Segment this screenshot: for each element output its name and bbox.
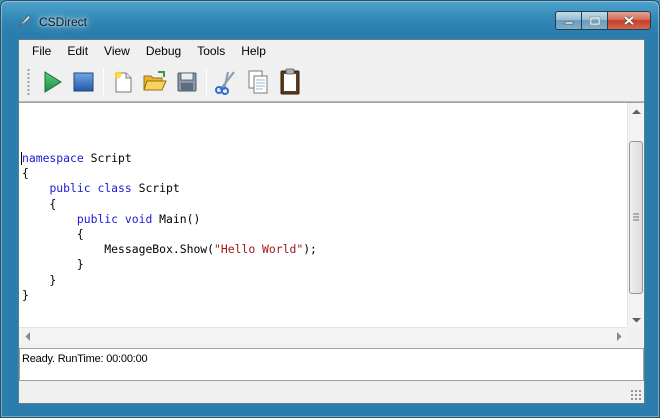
open-folder-icon	[143, 70, 167, 90]
code-line-10: }	[22, 287, 29, 302]
status-text: Ready. RunTime: 00:00:00	[22, 353, 148, 365]
keyword-public-void: public void	[76, 211, 153, 226]
save-button[interactable]	[171, 66, 203, 98]
keyword-public-class: public class	[49, 181, 132, 196]
menu-debug[interactable]: Debug	[138, 40, 189, 62]
vertical-scroll-thumb[interactable]	[629, 141, 643, 294]
code-line-9: }	[22, 272, 57, 287]
left-arrow-icon	[25, 332, 30, 341]
menu-edit[interactable]: Edit	[59, 40, 96, 62]
play-icon	[44, 70, 62, 93]
code-token: MessageBox.Show(	[22, 242, 215, 257]
code-token: );	[303, 242, 317, 257]
code-token: Script	[83, 151, 132, 165]
code-line-1: namespace Script	[22, 151, 317, 166]
menu-file[interactable]: File	[24, 40, 59, 62]
client-area: File Edit View Debug Tools Help namespac…	[18, 39, 645, 404]
status-panel: Ready. RunTime: 00:00:00	[19, 348, 644, 381]
new-file-icon	[114, 71, 132, 92]
code-editor[interactable]: namespace Script{ public class Script { …	[19, 102, 644, 344]
code-token: Main()	[152, 211, 201, 226]
scroll-right-button[interactable]	[610, 328, 627, 345]
code-line-7: MessageBox.Show("Hello World");	[22, 242, 317, 257]
horizontal-scrollbar[interactable]	[19, 327, 627, 344]
menu-tools[interactable]: Tools	[189, 40, 233, 62]
down-arrow-icon	[632, 317, 641, 322]
close-button[interactable]	[607, 11, 651, 30]
code-line-3: public class Script	[22, 181, 317, 196]
minimize-icon	[564, 21, 573, 24]
copy-icon	[248, 70, 268, 93]
menu-help[interactable]: Help	[233, 40, 274, 62]
code-line-8: }	[22, 257, 84, 272]
toolbar-grip[interactable]	[27, 67, 30, 96]
open-button[interactable]	[139, 66, 171, 98]
title-bar[interactable]: CSDirect	[1, 1, 659, 35]
window-title: CSDirect	[39, 15, 88, 29]
app-window: CSDirect File Edit View Debug Tools Help	[0, 0, 660, 418]
floppy-disk-icon	[177, 72, 197, 91]
scroll-left-button[interactable]	[19, 328, 36, 345]
vertical-scrollbar[interactable]	[627, 103, 644, 328]
caption-buttons	[555, 11, 651, 31]
code-text[interactable]: namespace Script{ public class Script { …	[22, 151, 317, 303]
scissors-icon	[215, 70, 235, 95]
toolbar-separator	[103, 67, 104, 96]
menu-bar: File Edit View Debug Tools Help	[19, 40, 644, 62]
run-button[interactable]	[36, 66, 68, 98]
code-line-4: {	[22, 196, 57, 211]
maximize-icon	[589, 16, 600, 25]
scroll-up-button[interactable]	[628, 103, 645, 120]
minimize-button[interactable]	[555, 11, 581, 30]
maximize-button[interactable]	[581, 11, 607, 30]
right-arrow-icon	[616, 332, 621, 341]
paste-button[interactable]	[274, 66, 306, 98]
cut-button[interactable]	[210, 66, 242, 98]
resize-grip-icon[interactable]	[630, 389, 642, 401]
new-button[interactable]	[107, 66, 139, 98]
code-token: Script	[131, 181, 180, 196]
keyword-namespace: namespace	[22, 151, 84, 165]
menu-view[interactable]: View	[96, 40, 138, 62]
grip-lines-icon	[633, 213, 639, 221]
copy-button[interactable]	[242, 66, 274, 98]
feather-app-icon	[15, 12, 33, 30]
string-literal: "Hello World"	[214, 242, 304, 257]
stop-button[interactable]	[68, 66, 100, 98]
stop-icon	[73, 72, 94, 91]
close-icon	[624, 15, 634, 26]
scroll-corner	[627, 327, 644, 344]
toolbar	[19, 62, 644, 102]
toolbar-separator	[206, 67, 207, 96]
scroll-down-button[interactable]	[628, 311, 645, 328]
code-line-2: {	[22, 166, 29, 181]
code-line-6: {	[22, 227, 84, 242]
clipboard-icon	[280, 68, 300, 94]
up-arrow-icon	[632, 109, 641, 114]
code-line-5: public void Main()	[22, 212, 317, 227]
